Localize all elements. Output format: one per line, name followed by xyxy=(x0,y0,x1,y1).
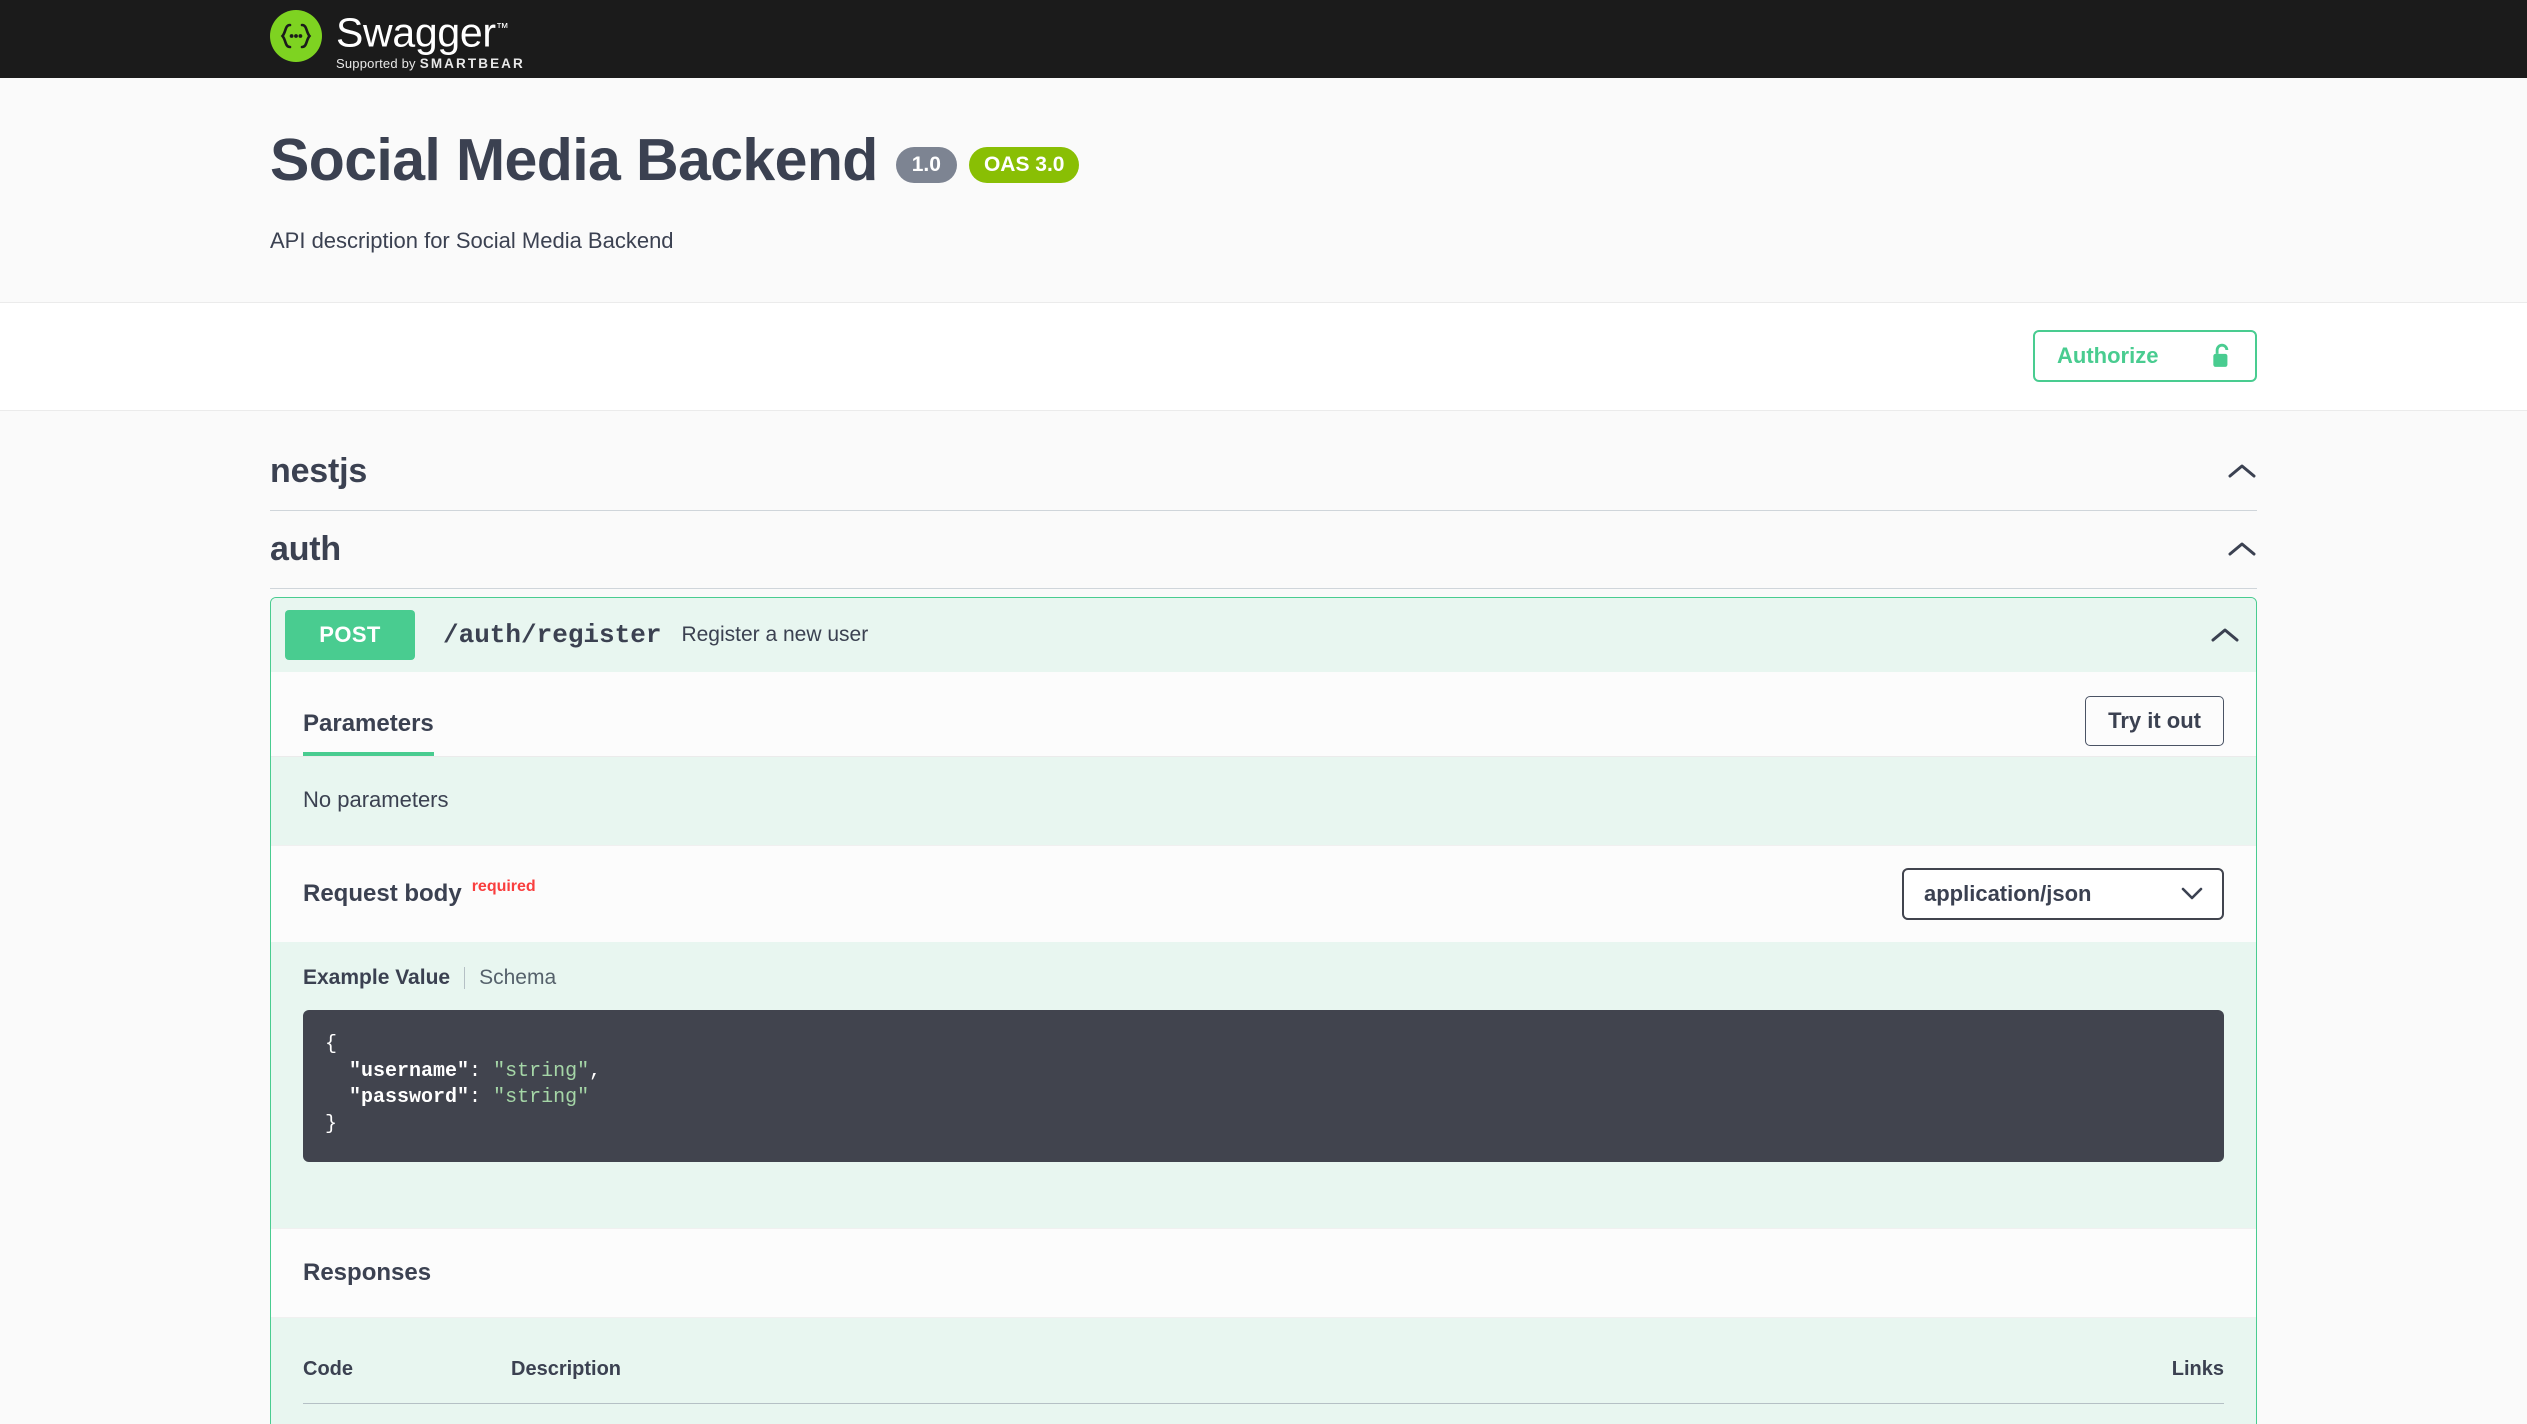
tab-schema[interactable]: Schema xyxy=(479,966,556,990)
column-header-links: Links xyxy=(1994,1348,2224,1405)
response-description: The user has been successfully created. xyxy=(423,1404,1994,1424)
swagger-wordmark: Swagger™ xyxy=(336,7,525,56)
authorize-button-label: Authorize xyxy=(2057,343,2159,369)
supported-by-line: Supported by SMARTBEAR xyxy=(336,56,525,71)
chevron-up-icon[interactable] xyxy=(2227,462,2257,480)
responses-table-wrap: Code Description Links 201 The user has … xyxy=(271,1318,2256,1424)
operation-path: /auth/register xyxy=(443,619,662,650)
parameters-header: Parameters Try it out xyxy=(271,671,2256,756)
http-method-badge: POST xyxy=(285,609,415,660)
column-header-description: Description xyxy=(423,1348,1995,1405)
chevron-down-icon xyxy=(2180,881,2204,907)
smartbear-label: SMARTBEAR xyxy=(419,56,525,72)
supported-by-label: Supported by xyxy=(336,56,416,72)
example-schema-tabs: Example Value Schema xyxy=(303,966,2224,990)
request-body-header: Request body required application/json xyxy=(271,844,2256,942)
chevron-up-icon[interactable] xyxy=(2210,626,2240,644)
table-row: 201 The user has been successfully creat… xyxy=(303,1404,2224,1424)
operation-summary-header[interactable]: POST /auth/register Register a new user xyxy=(271,597,2256,672)
example-key-username: "username" xyxy=(349,1059,470,1083)
version-badge: 1.0 xyxy=(895,146,957,183)
tag-header-nestjs[interactable]: nestjs xyxy=(270,433,2257,511)
operation-post-auth-register: POST /auth/register Register a new user … xyxy=(270,596,2257,1424)
tag-header-auth[interactable]: auth xyxy=(270,511,2257,589)
operation-body: Parameters Try it out No parameters Requ… xyxy=(271,671,2256,1424)
responses-header: Responses xyxy=(271,1228,2256,1319)
operation-summary-text: Register a new user xyxy=(681,622,869,646)
example-value-username: "string" xyxy=(493,1059,590,1083)
tags-container: nestjs auth POST /auth/register Register… xyxy=(0,410,2527,1424)
oas-version-badge[interactable]: OAS 3.0 xyxy=(968,146,1080,183)
unlocked-padlock-icon xyxy=(2211,343,2233,369)
tab-divider xyxy=(464,966,466,989)
swagger-logo[interactable]: Swagger™ Supported by SMARTBEAR xyxy=(270,7,525,71)
chevron-up-icon[interactable] xyxy=(2227,540,2257,558)
swagger-brand-text: Swagger xyxy=(336,9,496,56)
tab-parameters[interactable]: Parameters xyxy=(303,710,434,756)
api-title-row: Social Media Backend 1.0 OAS 3.0 xyxy=(270,127,2257,193)
swagger-trademark: ™ xyxy=(495,19,509,35)
content-type-select[interactable]: application/json xyxy=(1902,867,2224,920)
required-badge: required xyxy=(471,877,536,895)
request-body-example-code[interactable]: { "username": "string", "password": "str… xyxy=(303,1009,2224,1163)
topbar: Swagger™ Supported by SMARTBEAR xyxy=(0,0,2527,78)
responses-table-header-row: Code Description Links xyxy=(303,1348,2224,1405)
authorize-button[interactable]: Authorize xyxy=(2033,330,2257,383)
tag-name-auth: auth xyxy=(270,529,341,568)
example-value-password: "string" xyxy=(493,1086,590,1110)
tag-section-auth: auth xyxy=(0,511,2527,589)
request-body-title: Request body required xyxy=(303,877,536,908)
responses-table: Code Description Links 201 The user has … xyxy=(303,1348,2224,1424)
request-body-example-area: Example Value Schema { "username": "stri… xyxy=(271,941,2256,1229)
try-it-out-button[interactable]: Try it out xyxy=(2085,695,2224,746)
tag-name-nestjs: nestjs xyxy=(270,451,368,490)
authorize-row: Authorize xyxy=(0,302,2527,411)
response-links: No links xyxy=(1994,1404,2224,1424)
api-info-section: Social Media Backend 1.0 OAS 3.0 API des… xyxy=(0,78,2527,303)
tag-section-nestjs: nestjs xyxy=(0,433,2527,511)
page-title: Social Media Backend xyxy=(270,127,878,193)
swagger-logo-icon xyxy=(270,9,322,62)
content-type-value: application/json xyxy=(1924,880,2092,906)
example-key-password: "password" xyxy=(349,1086,470,1110)
tab-example-value[interactable]: Example Value xyxy=(303,966,450,990)
api-description: API description for Social Media Backend xyxy=(270,227,674,253)
responses-title: Responses xyxy=(303,1259,432,1287)
column-header-code: Code xyxy=(303,1348,423,1405)
request-body-label: Request body xyxy=(303,879,462,907)
no-parameters-text: No parameters xyxy=(271,756,2256,845)
response-code: 201 xyxy=(303,1404,423,1424)
